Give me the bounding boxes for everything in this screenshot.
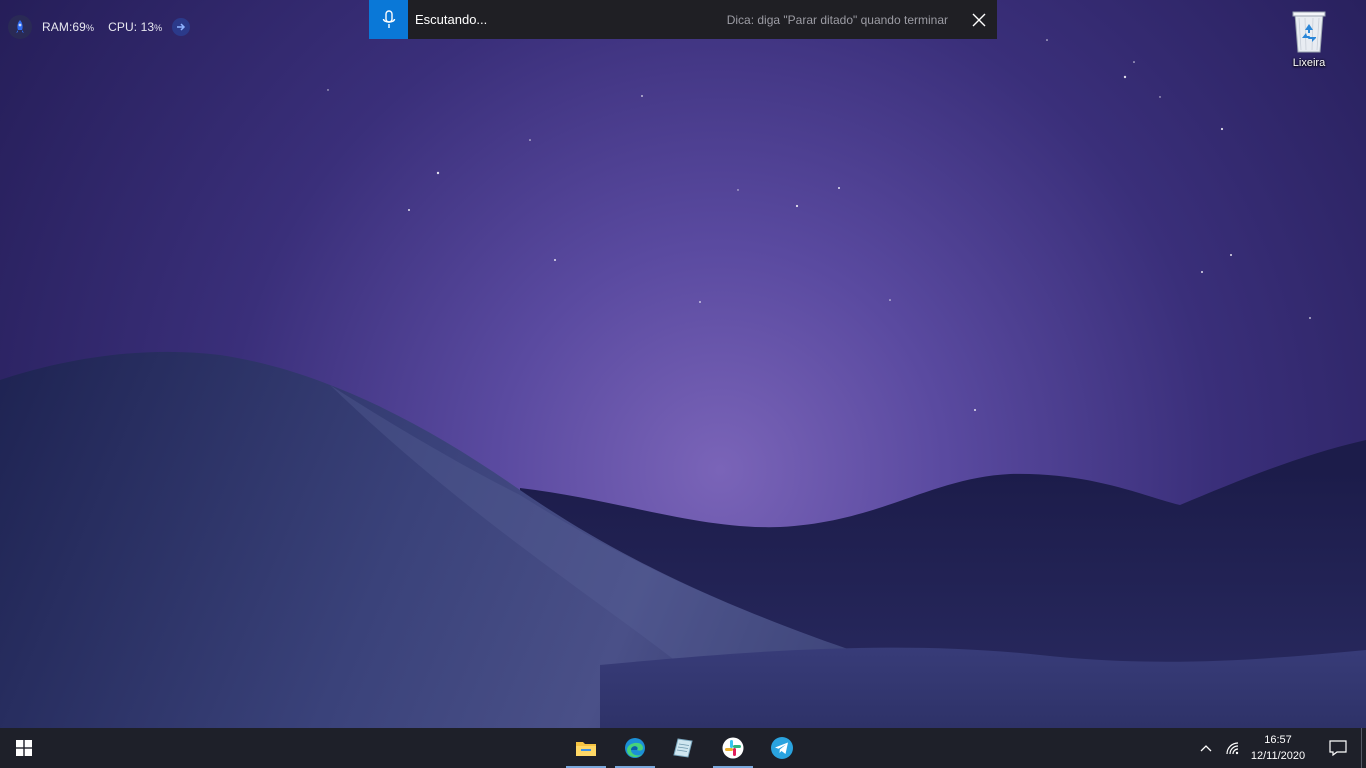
slack-icon <box>722 737 744 759</box>
taskbar-app-edge[interactable] <box>615 728 655 768</box>
dictation-toolbar: Escutando... Dica: diga "Parar ditado" q… <box>369 0 997 39</box>
close-button[interactable] <box>960 0 997 39</box>
taskbar-app-slack[interactable] <box>713 728 753 768</box>
rocket-icon[interactable] <box>8 15 32 39</box>
show-desktop-button[interactable] <box>1361 728 1366 768</box>
windows-logo-icon <box>16 740 32 756</box>
show-hidden-icons-button[interactable] <box>1196 738 1216 758</box>
network-button[interactable] <box>1223 738 1243 758</box>
close-icon <box>972 13 985 26</box>
taskbar-app-notepad[interactable] <box>663 728 703 768</box>
desktop-icon-recycle-bin[interactable]: Lixeira <box>1279 8 1339 76</box>
recycle-bin-icon <box>1292 11 1326 53</box>
clock[interactable]: 16:57 12/11/2020 <box>1246 728 1310 768</box>
wallpaper-image <box>0 0 1366 728</box>
edge-icon <box>625 738 645 758</box>
arrow-right-icon[interactable] <box>172 18 191 36</box>
microphone-button[interactable] <box>369 0 408 39</box>
clock-date: 12/11/2020 <box>1250 750 1306 762</box>
ram-value: 69 <box>72 20 86 34</box>
recycle-bin-label: Lixeira <box>1292 57 1326 69</box>
start-button[interactable] <box>0 728 48 768</box>
chevron-up-icon <box>1200 745 1212 752</box>
cpu-usage: CPU: 13% <box>104 20 166 34</box>
cpu-value: 13 <box>140 20 155 34</box>
dictation-hint: Dica: diga "Parar ditado" quando termina… <box>726 12 948 27</box>
taskbar: 16:57 12/11/2020 <box>0 728 1366 768</box>
ram-unit: % <box>85 23 95 33</box>
ram-usage: RAM:69% <box>38 20 98 34</box>
taskbar-app-file-explorer[interactable] <box>566 728 606 768</box>
ram-label: RAM: <box>42 20 73 34</box>
action-center-button[interactable] <box>1318 728 1358 768</box>
resource-monitor-widget: RAM:69% CPU: 13% <box>8 15 191 39</box>
notepad-icon <box>673 738 693 758</box>
desktop-wallpaper <box>0 0 1366 728</box>
notification-icon <box>1329 740 1347 756</box>
telegram-icon <box>771 737 793 759</box>
file-explorer-icon <box>576 742 596 756</box>
taskbar-app-telegram[interactable] <box>762 728 802 768</box>
clock-time: 16:57 <box>1264 734 1292 746</box>
cpu-unit: % <box>154 23 163 33</box>
microphone-icon <box>382 9 395 28</box>
cpu-label: CPU: <box>108 20 138 34</box>
dictation-status: Escutando... <box>415 12 488 27</box>
wifi-icon <box>1226 742 1239 755</box>
